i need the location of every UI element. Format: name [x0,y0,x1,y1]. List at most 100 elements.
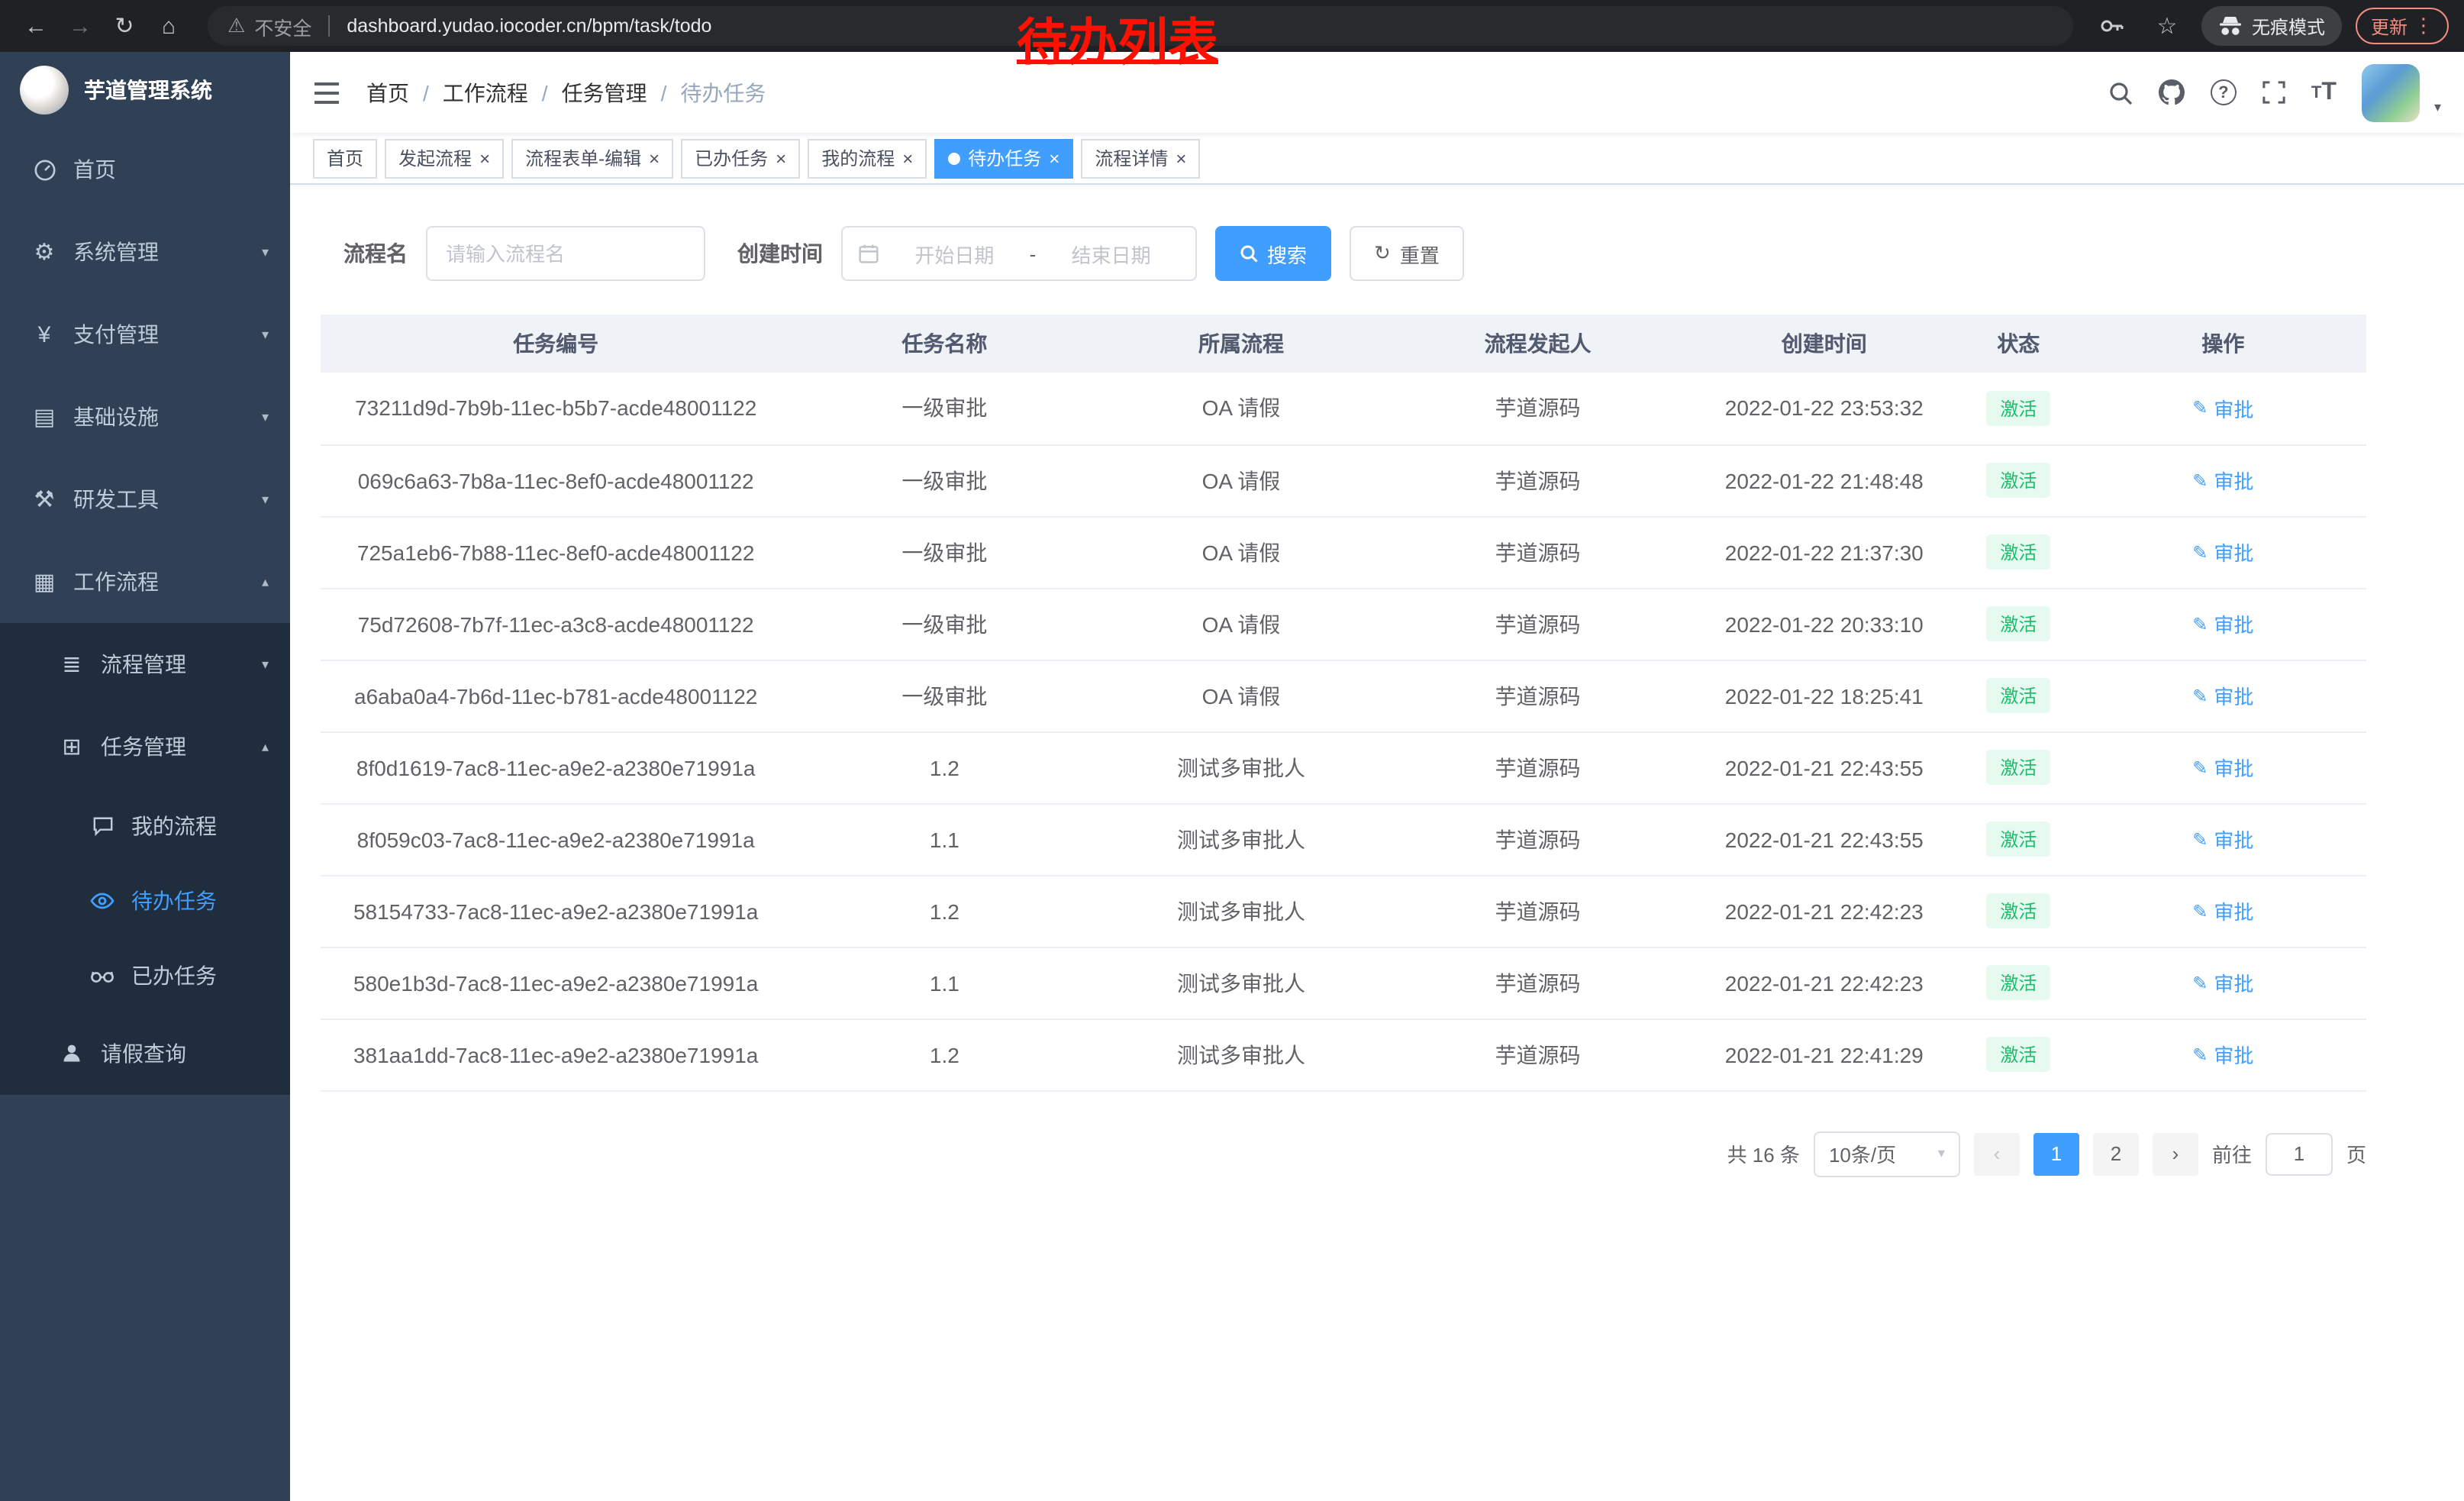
sidebar-item-task-management[interactable]: ⊞ 任务管理 ▴ [0,705,290,788]
edit-icon: ✎ [2192,541,2208,563]
table-row: 75d72608-7b7f-11ec-a3c8-acde48001122 一级审… [321,588,2366,660]
approve-label: 审批 [2214,1040,2253,1069]
col-created: 创建时间 [1692,315,1957,373]
forward-button[interactable]: → [60,5,101,47]
sidebar-item-system[interactable]: ⚙ 系统管理 ▾ [0,211,290,293]
sidebar-toggle[interactable] [313,80,340,105]
annotation-todo-list: 待办列表 [1017,17,1218,69]
edit-icon: ✎ [2192,828,2208,850]
close-icon[interactable]: × [479,149,490,167]
approve-link[interactable]: ✎审批 [2192,394,2253,423]
close-icon[interactable]: × [649,149,660,167]
goto-page-input[interactable] [2266,1132,2333,1175]
cell-status: 激活 [1957,588,2080,660]
incognito-icon [2218,15,2243,37]
tools-icon: ⚒ [31,486,58,513]
sidebar-item-infrastructure[interactable]: ▤ 基础设施 ▾ [0,376,290,458]
help-icon[interactable]: ? [2211,79,2237,105]
sidebar-item-payment[interactable]: ¥ 支付管理 ▾ [0,293,290,376]
person-icon [58,1043,85,1064]
tab-done-tasks[interactable]: 已办任务 × [681,138,800,178]
bookmark-star-icon[interactable]: ☆ [2146,5,2188,47]
cell-created: 2022-01-21 22:42:23 [1692,875,1957,947]
date-range-picker[interactable]: 开始日期 - 结束日期 [841,226,1197,281]
home-button[interactable]: ⌂ [148,5,189,47]
cell-task-id: 069c6a63-7b8a-11ec-8ef0-acde48001122 [321,444,791,516]
cell-action: ✎审批 [2080,660,2366,731]
cell-initiator: 芋道源码 [1385,803,1692,875]
sidebar-item-leave-query[interactable]: 请假查询 [0,1012,290,1095]
close-icon[interactable]: × [1176,149,1186,167]
sidebar-item-workflow[interactable]: ▦ 工作流程 ▴ [0,541,290,623]
update-button[interactable]: 更新 ⋮ [2356,8,2449,44]
tab-form-edit[interactable]: 流程表单-编辑 × [511,138,673,178]
cell-action: ✎审批 [2080,1018,2366,1090]
close-icon[interactable]: × [902,149,913,167]
sidebar-item-todo-tasks[interactable]: 待办任务 [0,863,290,938]
tab-todo-tasks[interactable]: 待办任务 × [934,138,1073,178]
cell-status: 激活 [1957,516,2080,588]
approve-link[interactable]: ✎审批 [2192,968,2253,997]
sidebar-item-devtools[interactable]: ⚒ 研发工具 ▾ [0,458,290,541]
status-badge: 激活 [1986,463,2050,498]
sidebar-item-process-management[interactable]: ≣ 流程管理 ▾ [0,623,290,705]
font-size-icon[interactable]: TT [2311,79,2337,106]
sidebar-item-home[interactable]: 首页 [0,128,290,211]
workflow-icon: ▦ [31,568,58,596]
update-label: 更新 [2371,13,2408,39]
approve-label: 审批 [2214,825,2253,854]
cell-created: 2022-01-22 21:48:48 [1692,444,1957,516]
breadcrumb-home[interactable]: 首页 [366,77,409,108]
page-size-select[interactable]: 10条/页 ▾ [1814,1131,1960,1177]
prev-page-button[interactable]: ‹ [1974,1132,2020,1175]
back-button[interactable]: ← [15,5,56,47]
close-icon[interactable]: × [776,149,786,167]
tab-home[interactable]: 首页 [313,138,377,178]
approve-link[interactable]: ✎审批 [2192,753,2253,782]
col-status: 状态 [1957,315,2080,373]
approve-link[interactable]: ✎审批 [2192,537,2253,567]
next-page-button[interactable]: › [2153,1132,2198,1175]
github-icon[interactable] [2159,79,2185,105]
cell-process: 测试多审批人 [1098,875,1384,947]
task-table-body: 73211d9d-7b9b-11ec-b5b7-acde48001122 一级审… [321,373,2366,1090]
cell-task-id: 58154733-7ac8-11ec-a9e2-a2380e71991a [321,875,791,947]
approve-link[interactable]: ✎审批 [2192,896,2253,925]
eye-icon [89,888,116,912]
approve-link[interactable]: ✎审批 [2192,681,2253,710]
approve-link[interactable]: ✎审批 [2192,1040,2253,1069]
sidebar-item-done-tasks[interactable]: 已办任务 [0,938,290,1012]
reload-button[interactable]: ↻ [104,5,145,47]
avatar[interactable] [2362,63,2420,121]
approve-link[interactable]: ✎ 审批 [2192,825,2253,854]
search-button[interactable]: 搜索 [1215,226,1331,281]
table-row: 58154733-7ac8-11ec-a9e2-a2380e71991a 1.2… [321,875,2366,947]
incognito-badge: 无痕模式 [2201,6,2342,46]
cell-process: 测试多审批人 [1098,947,1384,1018]
edit-icon: ✎ [2192,398,2208,419]
tab-start-process[interactable]: 发起流程 × [385,138,504,178]
status-badge: 激活 [1986,822,2050,857]
page-button-1[interactable]: 1 [2033,1132,2079,1175]
sidebar-item-label: 基础设施 [73,402,159,432]
cell-task-name: 1.2 [791,731,1098,803]
reset-button[interactable]: ↻ 重置 [1350,226,1464,281]
close-icon[interactable]: × [1049,149,1059,167]
page-button-2[interactable]: 2 [2093,1132,2139,1175]
chevron-down-icon: ▾ [262,326,269,343]
cell-process: OA 请假 [1098,588,1384,660]
search-icon[interactable] [2108,80,2133,105]
fullscreen-icon[interactable] [2262,81,2285,104]
approve-link[interactable]: ✎审批 [2192,466,2253,495]
cell-process: OA 请假 [1098,373,1384,444]
tab-my-process[interactable]: 我的流程 × [808,138,927,178]
process-name-input[interactable] [426,226,705,281]
tab-process-detail[interactable]: 流程详情 × [1081,138,1200,178]
goto-unit-label: 页 [2346,1139,2366,1168]
approve-link[interactable]: ✎审批 [2192,609,2253,638]
cell-initiator: 芋道源码 [1385,373,1692,444]
key-icon[interactable] [2091,5,2133,47]
sidebar-item-my-process[interactable]: 我的流程 [0,788,290,863]
chevron-down-icon: ▾ [262,244,269,260]
status-badge: 激活 [1986,391,2050,426]
